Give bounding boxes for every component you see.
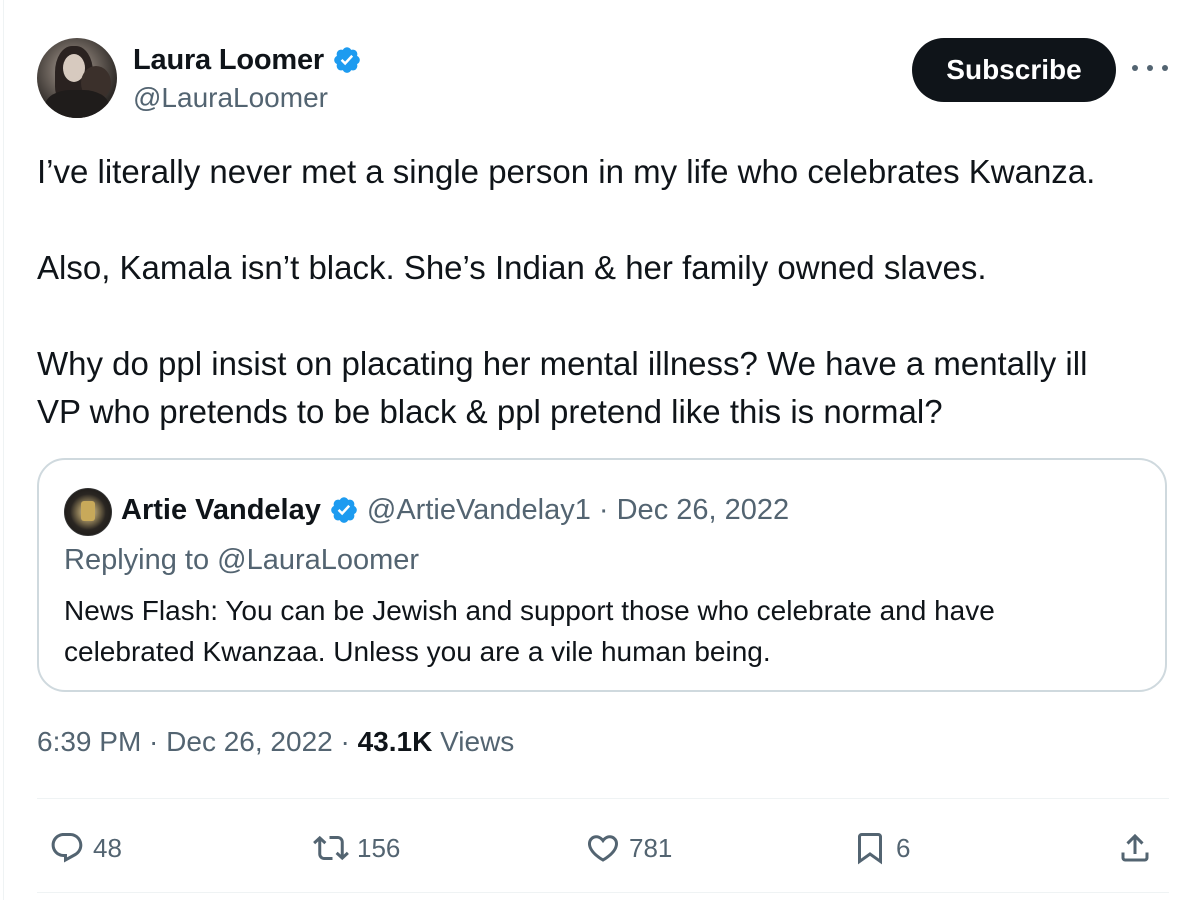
repost-button[interactable]: 156: [313, 818, 400, 878]
repost-icon: [313, 835, 349, 861]
author-handle[interactable]: @LauraLoomer: [133, 82, 328, 114]
tweet-line: Why do ppl insist on placating her menta…: [37, 345, 1088, 382]
tweet-line: Also, Kamala isn’t black. She’s Indian &…: [37, 249, 987, 286]
divider: [37, 892, 1169, 893]
quoted-line: celebrated Kwanzaa. Unless you are a vil…: [64, 636, 771, 667]
quoted-replying-to: Replying to @LauraLoomer: [64, 544, 419, 577]
divider: [37, 798, 1169, 799]
tweet-line: I’ve literally never met a single person…: [37, 153, 1096, 190]
bookmark-count: 6: [896, 832, 911, 863]
tweet-line: VP who pretends to be black & ppl preten…: [37, 393, 943, 430]
verified-badge-icon: [331, 497, 357, 523]
author-display-name[interactable]: Laura Loomer: [133, 44, 324, 77]
action-bar: 48 156 781 6: [37, 818, 1169, 878]
share-icon: [1121, 833, 1149, 862]
replying-prefix: Replying to: [64, 544, 218, 576]
replying-mention-link[interactable]: @LauraLoomer: [217, 544, 419, 576]
reply-icon: [51, 833, 83, 863]
quoted-tweet-card[interactable]: Artie Vandelay @ArtieVandelay1 · Dec 26,…: [37, 458, 1167, 692]
subscribe-button[interactable]: Subscribe: [912, 38, 1116, 102]
verified-badge-icon: [334, 47, 360, 73]
more-options-icon[interactable]: [1132, 56, 1168, 80]
quoted-tweet-text: News Flash: You can be Jewish and suppor…: [64, 590, 1144, 672]
like-button[interactable]: 781: [585, 818, 672, 878]
reply-count: 48: [93, 832, 122, 863]
views-label: Views: [432, 726, 515, 757]
heart-icon: [587, 835, 619, 862]
repost-count: 156: [357, 832, 401, 863]
quoted-author-name[interactable]: Artie Vandelay: [121, 494, 321, 527]
bookmark-button[interactable]: 6: [852, 818, 910, 878]
quoted-line: News Flash: You can be Jewish and suppor…: [64, 595, 995, 626]
author-avatar[interactable]: [37, 38, 117, 118]
tweet-timestamp[interactable]: 6:39 PM · Dec 26, 2022 ·: [37, 726, 358, 758]
like-count: 781: [629, 832, 673, 863]
quoted-author-avatar[interactable]: [64, 488, 112, 536]
share-button[interactable]: [1117, 818, 1153, 878]
left-edge-divider: [3, 0, 4, 900]
quoted-handle-date: @ArtieVandelay1 · Dec 26, 2022: [366, 493, 790, 526]
tweet-meta: 6:39 PM · Dec 26, 2022 · 43.1K Views: [37, 726, 514, 758]
tweet-text: I’ve literally never met a single person…: [37, 148, 1167, 436]
views-count: 43.1K: [357, 726, 433, 757]
reply-button[interactable]: 48: [49, 818, 122, 878]
quoted-header: Artie Vandelay @ArtieVandelay1 · Dec 26,…: [121, 488, 789, 532]
author-name-row[interactable]: Laura Loomer: [133, 40, 362, 80]
bookmark-icon: [858, 833, 882, 865]
